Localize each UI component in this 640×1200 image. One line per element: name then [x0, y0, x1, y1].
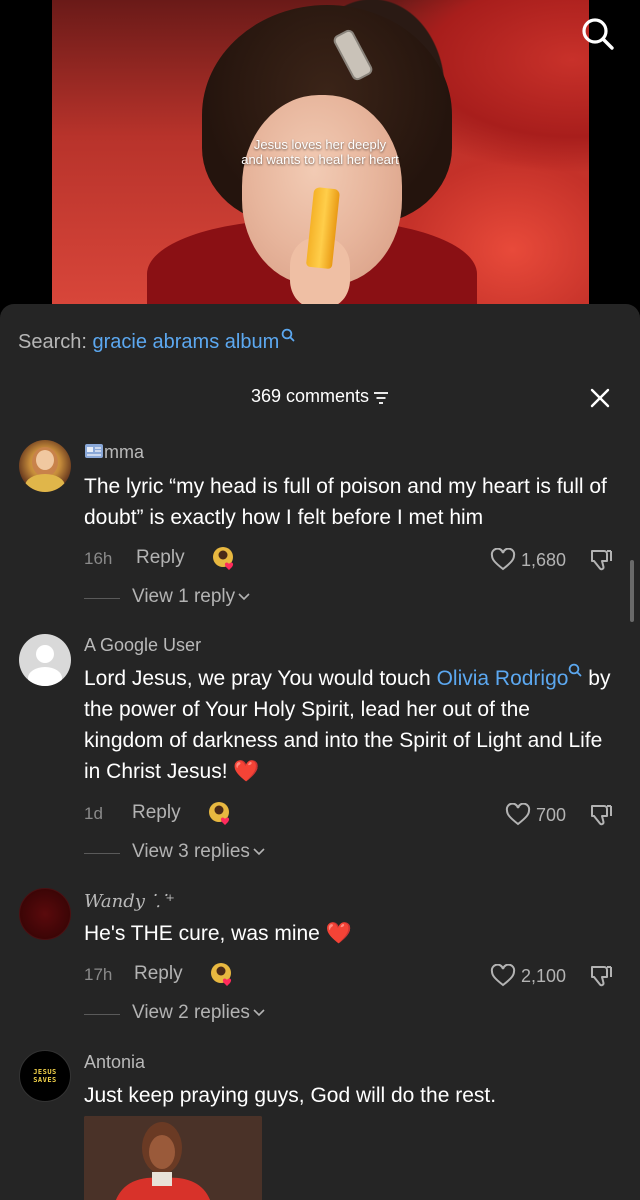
- heart-outline-icon: [505, 803, 531, 826]
- comment-actions: 17h Reply 2,100: [84, 962, 624, 990]
- dislike-icon[interactable]: [588, 963, 614, 989]
- comment-text: He's THE cure, was mine ❤️: [84, 922, 352, 945]
- video-caption-line-2: and wants to heal her heart: [241, 152, 399, 167]
- avatar[interactable]: [19, 888, 71, 940]
- close-icon: [590, 388, 610, 408]
- comment-username[interactable]: mma: [84, 442, 144, 463]
- comment-actions: 1d Reply 700: [84, 801, 624, 829]
- dislike-icon[interactable]: [588, 802, 614, 828]
- view-replies-label: View 1 reply: [132, 586, 236, 607]
- video-caption: Jesus loves her deeply and wants to heal…: [0, 137, 640, 167]
- dislike-icon[interactable]: [588, 547, 614, 573]
- comment-text: The lyric “my head is full of poison and…: [84, 475, 607, 529]
- avatar[interactable]: [19, 634, 71, 686]
- scrollbar[interactable]: [630, 560, 634, 622]
- sort-icon[interactable]: [373, 391, 389, 405]
- comment-username[interactable]: Antonia: [84, 1052, 145, 1073]
- like-count: 2,100: [520, 965, 566, 986]
- default-avatar-icon: [28, 645, 62, 686]
- replies-divider: [84, 853, 120, 854]
- comment-age: 17h: [84, 965, 113, 984]
- video-player[interactable]: Jesus loves her deeply and wants to heal…: [0, 0, 640, 320]
- comment-username[interactable]: Wandy ⸪⁺: [84, 889, 175, 913]
- comment-text-part: Lord Jesus, we pray You would touch: [84, 667, 437, 690]
- comment-username[interactable]: A Google User: [84, 635, 201, 656]
- like-button[interactable]: 1,680: [490, 546, 566, 574]
- like-count: 700: [535, 804, 566, 825]
- comment-text: Lord Jesus, we pray You would touch Oliv…: [84, 663, 614, 787]
- creator-liked-icon: [209, 802, 230, 825]
- gif-image: [84, 1116, 262, 1200]
- comment-gif[interactable]: [84, 1116, 262, 1200]
- replies-divider: [84, 1014, 120, 1015]
- replies-divider: [84, 598, 120, 599]
- like-button[interactable]: 700: [505, 801, 566, 829]
- search-small-icon: [281, 328, 295, 342]
- search-button[interactable]: [580, 16, 616, 52]
- comment-age: 1d: [84, 804, 103, 823]
- chevron-down-icon: [238, 593, 250, 601]
- like-count: 1,680: [520, 549, 566, 570]
- avatar[interactable]: JESUS SAVES: [19, 1050, 71, 1102]
- close-button[interactable]: [588, 386, 612, 410]
- comment-actions: 16h Reply 1,680: [84, 546, 624, 574]
- heart-outline-icon: [490, 964, 516, 987]
- like-button[interactable]: 2,100: [490, 962, 566, 990]
- view-replies-label: View 3 replies: [132, 841, 250, 862]
- video-caption-line-1: Jesus loves her deeply: [253, 137, 387, 152]
- comment-age: 16h: [84, 549, 113, 568]
- comments-count-header[interactable]: 369 comments: [0, 386, 640, 407]
- heart-outline-icon: [490, 548, 516, 571]
- chevron-down-icon: [253, 1009, 265, 1017]
- view-replies-label: View 2 replies: [132, 1002, 250, 1023]
- comments-count: 369 comments: [250, 386, 370, 406]
- creator-liked-icon: [211, 963, 232, 986]
- search-suggestion-query[interactable]: gracie abrams album: [93, 331, 280, 353]
- search-suggestion-label: Search:: [18, 331, 87, 353]
- comment-username-text: mma: [104, 442, 144, 462]
- reply-button[interactable]: Reply: [136, 547, 185, 569]
- search-suggestion[interactable]: Search: gracie abrams album: [18, 328, 295, 354]
- avatar-image: [25, 447, 65, 492]
- comments-panel: Search: gracie abrams album 369 comments…: [0, 304, 640, 1200]
- reply-button[interactable]: Reply: [132, 802, 181, 824]
- avatar-text: JESUS SAVES: [33, 1068, 57, 1084]
- chevron-down-icon: [253, 848, 265, 856]
- avatar[interactable]: [19, 440, 71, 492]
- comment-text: Just keep praying guys, God will do the …: [84, 1084, 497, 1107]
- newspaper-emoji-icon: [85, 444, 103, 458]
- reply-button[interactable]: Reply: [134, 963, 183, 985]
- search-small-icon: [569, 663, 582, 677]
- creator-liked-icon: [213, 547, 234, 570]
- search-icon: [582, 18, 614, 50]
- mention-link-text: Olivia Rodrigo: [436, 667, 569, 690]
- mention-link[interactable]: Olivia Rodrigo: [436, 663, 583, 690]
